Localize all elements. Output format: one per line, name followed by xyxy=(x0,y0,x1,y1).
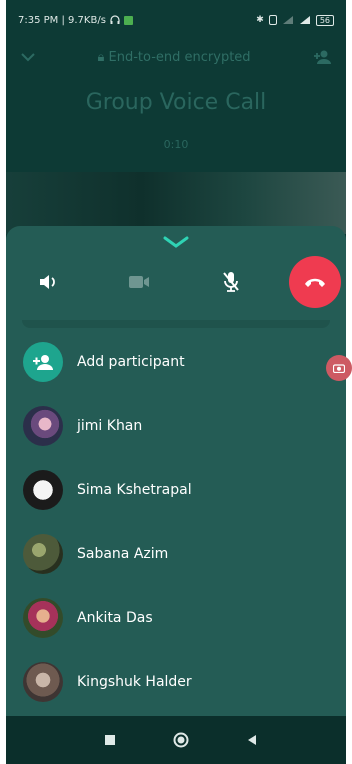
system-nav-bar xyxy=(6,716,346,764)
participant-row[interactable]: Sima Kshetrapal xyxy=(6,458,346,522)
add-participant-avatar xyxy=(23,342,63,382)
encryption-label: 🔒︎ End-to-end encrypted xyxy=(97,49,251,65)
participants-sheet: Add participant jimi Khan Sima Kshetrapa… xyxy=(6,226,346,716)
add-person-icon[interactable] xyxy=(312,49,332,65)
end-call-button[interactable] xyxy=(289,256,341,308)
recents-icon xyxy=(105,735,115,745)
participant-row[interactable]: Kingshuk Halder xyxy=(6,650,346,714)
call-header: 🔒︎ End-to-end encrypted xyxy=(6,42,346,72)
bluetooth-icon: ✱ xyxy=(256,15,264,25)
video-button[interactable] xyxy=(113,256,165,308)
speaker-icon xyxy=(40,275,55,289)
call-screen: 7:35 PM | 9.7KB/s ✱ 56 🔒︎ End-to-end enc… xyxy=(6,0,346,764)
mic-muted-icon xyxy=(223,272,239,292)
end-call-icon xyxy=(305,278,325,287)
headset-icon xyxy=(110,15,120,24)
avatar xyxy=(23,598,63,638)
notification-icon xyxy=(123,15,133,25)
add-participant-label: Add participant xyxy=(77,354,185,370)
cell-signal-icon xyxy=(299,16,310,24)
call-timer: 0:10 xyxy=(163,138,189,151)
sim-icon xyxy=(268,15,277,25)
minimize-chevron-icon[interactable] xyxy=(20,52,36,62)
participant-name: Sima Kshetrapal xyxy=(77,482,192,498)
participant-name: Sabana Azim xyxy=(77,546,169,562)
participant-row[interactable]: Ankita Das xyxy=(6,586,346,650)
recents-button[interactable] xyxy=(100,730,120,750)
back-button[interactable] xyxy=(242,730,262,750)
camera-icon xyxy=(333,364,345,373)
home-icon xyxy=(173,732,189,748)
avatar xyxy=(23,406,63,446)
home-button[interactable] xyxy=(171,730,191,750)
video-preview-strip xyxy=(6,172,346,234)
participant-list: Add participant jimi Khan Sima Kshetrapa… xyxy=(6,330,346,714)
collapse-chevron-icon[interactable] xyxy=(161,230,191,252)
video-icon xyxy=(129,276,149,288)
lock-icon: 🔒︎ xyxy=(97,49,109,65)
status-time: 7:35 PM | 9.7KB/s xyxy=(18,14,106,26)
participant-name: Kingshuk Halder xyxy=(77,674,192,690)
battery-icon: 56 xyxy=(315,14,334,26)
participant-row[interactable]: jimi Khan xyxy=(6,394,346,458)
mute-button[interactable] xyxy=(205,256,257,308)
avatar xyxy=(23,662,63,702)
speaker-button[interactable] xyxy=(23,256,75,308)
add-person-icon xyxy=(33,355,53,370)
avatar xyxy=(23,534,63,574)
call-controls xyxy=(6,256,346,308)
participant-name: Ankita Das xyxy=(77,610,153,626)
wifi-signal-icon xyxy=(282,16,293,24)
sheet-divider xyxy=(22,320,330,328)
avatar xyxy=(23,470,63,510)
status-bar: 7:35 PM | 9.7KB/s ✱ 56 xyxy=(6,0,346,40)
camera-bubble[interactable] xyxy=(326,355,352,381)
back-icon xyxy=(248,735,256,745)
add-participant-row[interactable]: Add participant xyxy=(6,330,346,394)
participant-row[interactable]: Sabana Azim xyxy=(6,522,346,586)
participant-name: jimi Khan xyxy=(77,418,143,434)
call-title: Group Voice Call xyxy=(85,90,267,115)
